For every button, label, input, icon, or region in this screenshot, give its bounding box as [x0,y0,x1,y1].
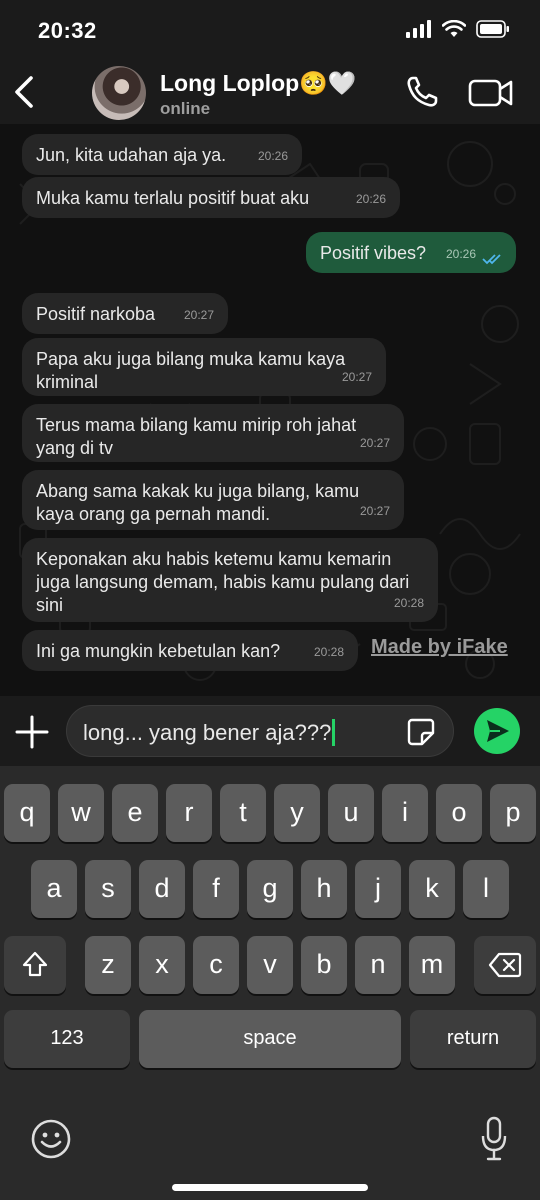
send-icon [487,720,509,742]
message-text: Positif narkoba [36,304,156,324]
key-u[interactable]: u [328,784,374,842]
key-k[interactable]: k [409,860,455,918]
key-j[interactable]: j [355,860,401,918]
back-icon[interactable] [10,72,40,112]
message-text: Muka kamu terlalu positif buat aku [36,188,310,208]
message-input[interactable]: long... yang bener aja??? [66,705,454,757]
message-time: 20:26 [257,149,288,163]
key-p[interactable]: p [490,784,536,842]
message-time: 20:27 [359,504,390,518]
text-caret [332,719,336,746]
message-bubble-incoming[interactable]: Papa aku juga bilang muka kamu kaya krim… [22,338,386,396]
key-e[interactable]: e [112,784,158,842]
read-receipt-icon [482,254,501,265]
backspace-key[interactable] [474,936,536,994]
watermark-link[interactable]: Made by iFake [371,636,508,659]
key-y[interactable]: y [274,784,320,842]
chat-area[interactable]: Jun, kita udahan aja ya. 20:26 Muka kamu… [0,124,540,696]
message-time: 20:26 [355,192,386,206]
numbers-key[interactable]: 123 [4,1010,130,1068]
message-text: Keponakan aku habis ketemu kamu kemarin … [36,549,410,615]
message-text: Jun, kita udahan aja ya. [36,145,227,165]
cellular-signal-icon [406,20,431,38]
wifi-icon [442,20,466,37]
key-t[interactable]: t [220,784,266,842]
message-time: 20:27 [183,308,214,322]
key-f[interactable]: f [193,860,239,918]
shift-icon [22,951,48,977]
message-time: 20:28 [393,596,424,610]
shift-key[interactable] [4,936,66,994]
microphone-icon[interactable] [480,1116,508,1162]
key-v[interactable]: v [247,936,293,994]
key-g[interactable]: g [247,860,293,918]
message-composer: long... yang bener aja??? [0,696,540,766]
key-x[interactable]: x [139,936,185,994]
message-text: Abang sama kakak ku juga bilang, kamu ka… [36,481,360,524]
message-time: 20:26 [445,247,476,261]
message-text: Papa aku juga bilang muka kamu kaya krim… [36,349,346,392]
key-i[interactable]: i [382,784,428,842]
message-input-value: long... yang bener aja??? [83,720,332,745]
plus-icon[interactable] [14,714,50,750]
sticker-icon[interactable] [407,718,435,746]
video-camera-icon[interactable] [468,78,514,108]
message-bubble-incoming[interactable]: Muka kamu terlalu positif buat aku 20:26 [22,177,400,218]
chat-header: 20:32 Long Loplop🥺🤍 online [0,0,540,124]
key-b[interactable]: b [301,936,347,994]
message-bubble-incoming[interactable]: Jun, kita udahan aja ya. 20:26 [22,134,302,175]
message-text: Positif vibes? [320,243,427,263]
key-c[interactable]: c [193,936,239,994]
status-icons [406,20,510,38]
message-bubble-incoming[interactable]: Positif narkoba 20:27 [22,293,228,334]
key-w[interactable]: w [58,784,104,842]
key-z[interactable]: z [85,936,131,994]
space-key[interactable]: space [139,1010,401,1068]
keyboard: q w e r t y u i o p a s d f g h j k l z … [0,766,540,1200]
key-n[interactable]: n [355,936,401,994]
message-time: 20:27 [341,370,372,384]
phone-icon[interactable] [404,74,440,110]
key-s[interactable]: s [85,860,131,918]
contact-avatar[interactable] [92,66,146,120]
key-m[interactable]: m [409,936,455,994]
battery-icon [476,20,509,38]
message-bubble-incoming[interactable]: Abang sama kakak ku juga bilang, kamu ka… [22,470,404,530]
key-d[interactable]: d [139,860,185,918]
key-a[interactable]: a [31,860,77,918]
message-bubble-incoming[interactable]: Ini ga mungkin kebetulan kan? 20:28 [22,630,358,671]
message-bubble-incoming[interactable]: Terus mama bilang kamu mirip roh jahat y… [22,404,404,462]
key-q[interactable]: q [4,784,50,842]
message-text: Ini ga mungkin kebetulan kan? [36,641,281,661]
message-time: 20:28 [313,645,344,659]
status-time: 20:32 [38,18,97,43]
backspace-icon [488,952,522,978]
message-time: 20:27 [359,436,390,450]
send-button[interactable] [474,708,520,754]
contact-status: online [160,99,211,118]
home-indicator[interactable] [172,1184,368,1191]
message-text: Terus mama bilang kamu mirip roh jahat y… [36,415,357,458]
key-r[interactable]: r [166,784,212,842]
key-l[interactable]: l [463,860,509,918]
key-o[interactable]: o [436,784,482,842]
key-h[interactable]: h [301,860,347,918]
message-bubble-outgoing[interactable]: Positif vibes? 20:26 [306,232,516,273]
emoji-icon[interactable] [30,1118,72,1160]
return-key[interactable]: return [410,1010,536,1068]
contact-name[interactable]: Long Loplop🥺🤍 [160,70,357,97]
message-bubble-incoming[interactable]: Keponakan aku habis ketemu kamu kemarin … [22,538,438,622]
